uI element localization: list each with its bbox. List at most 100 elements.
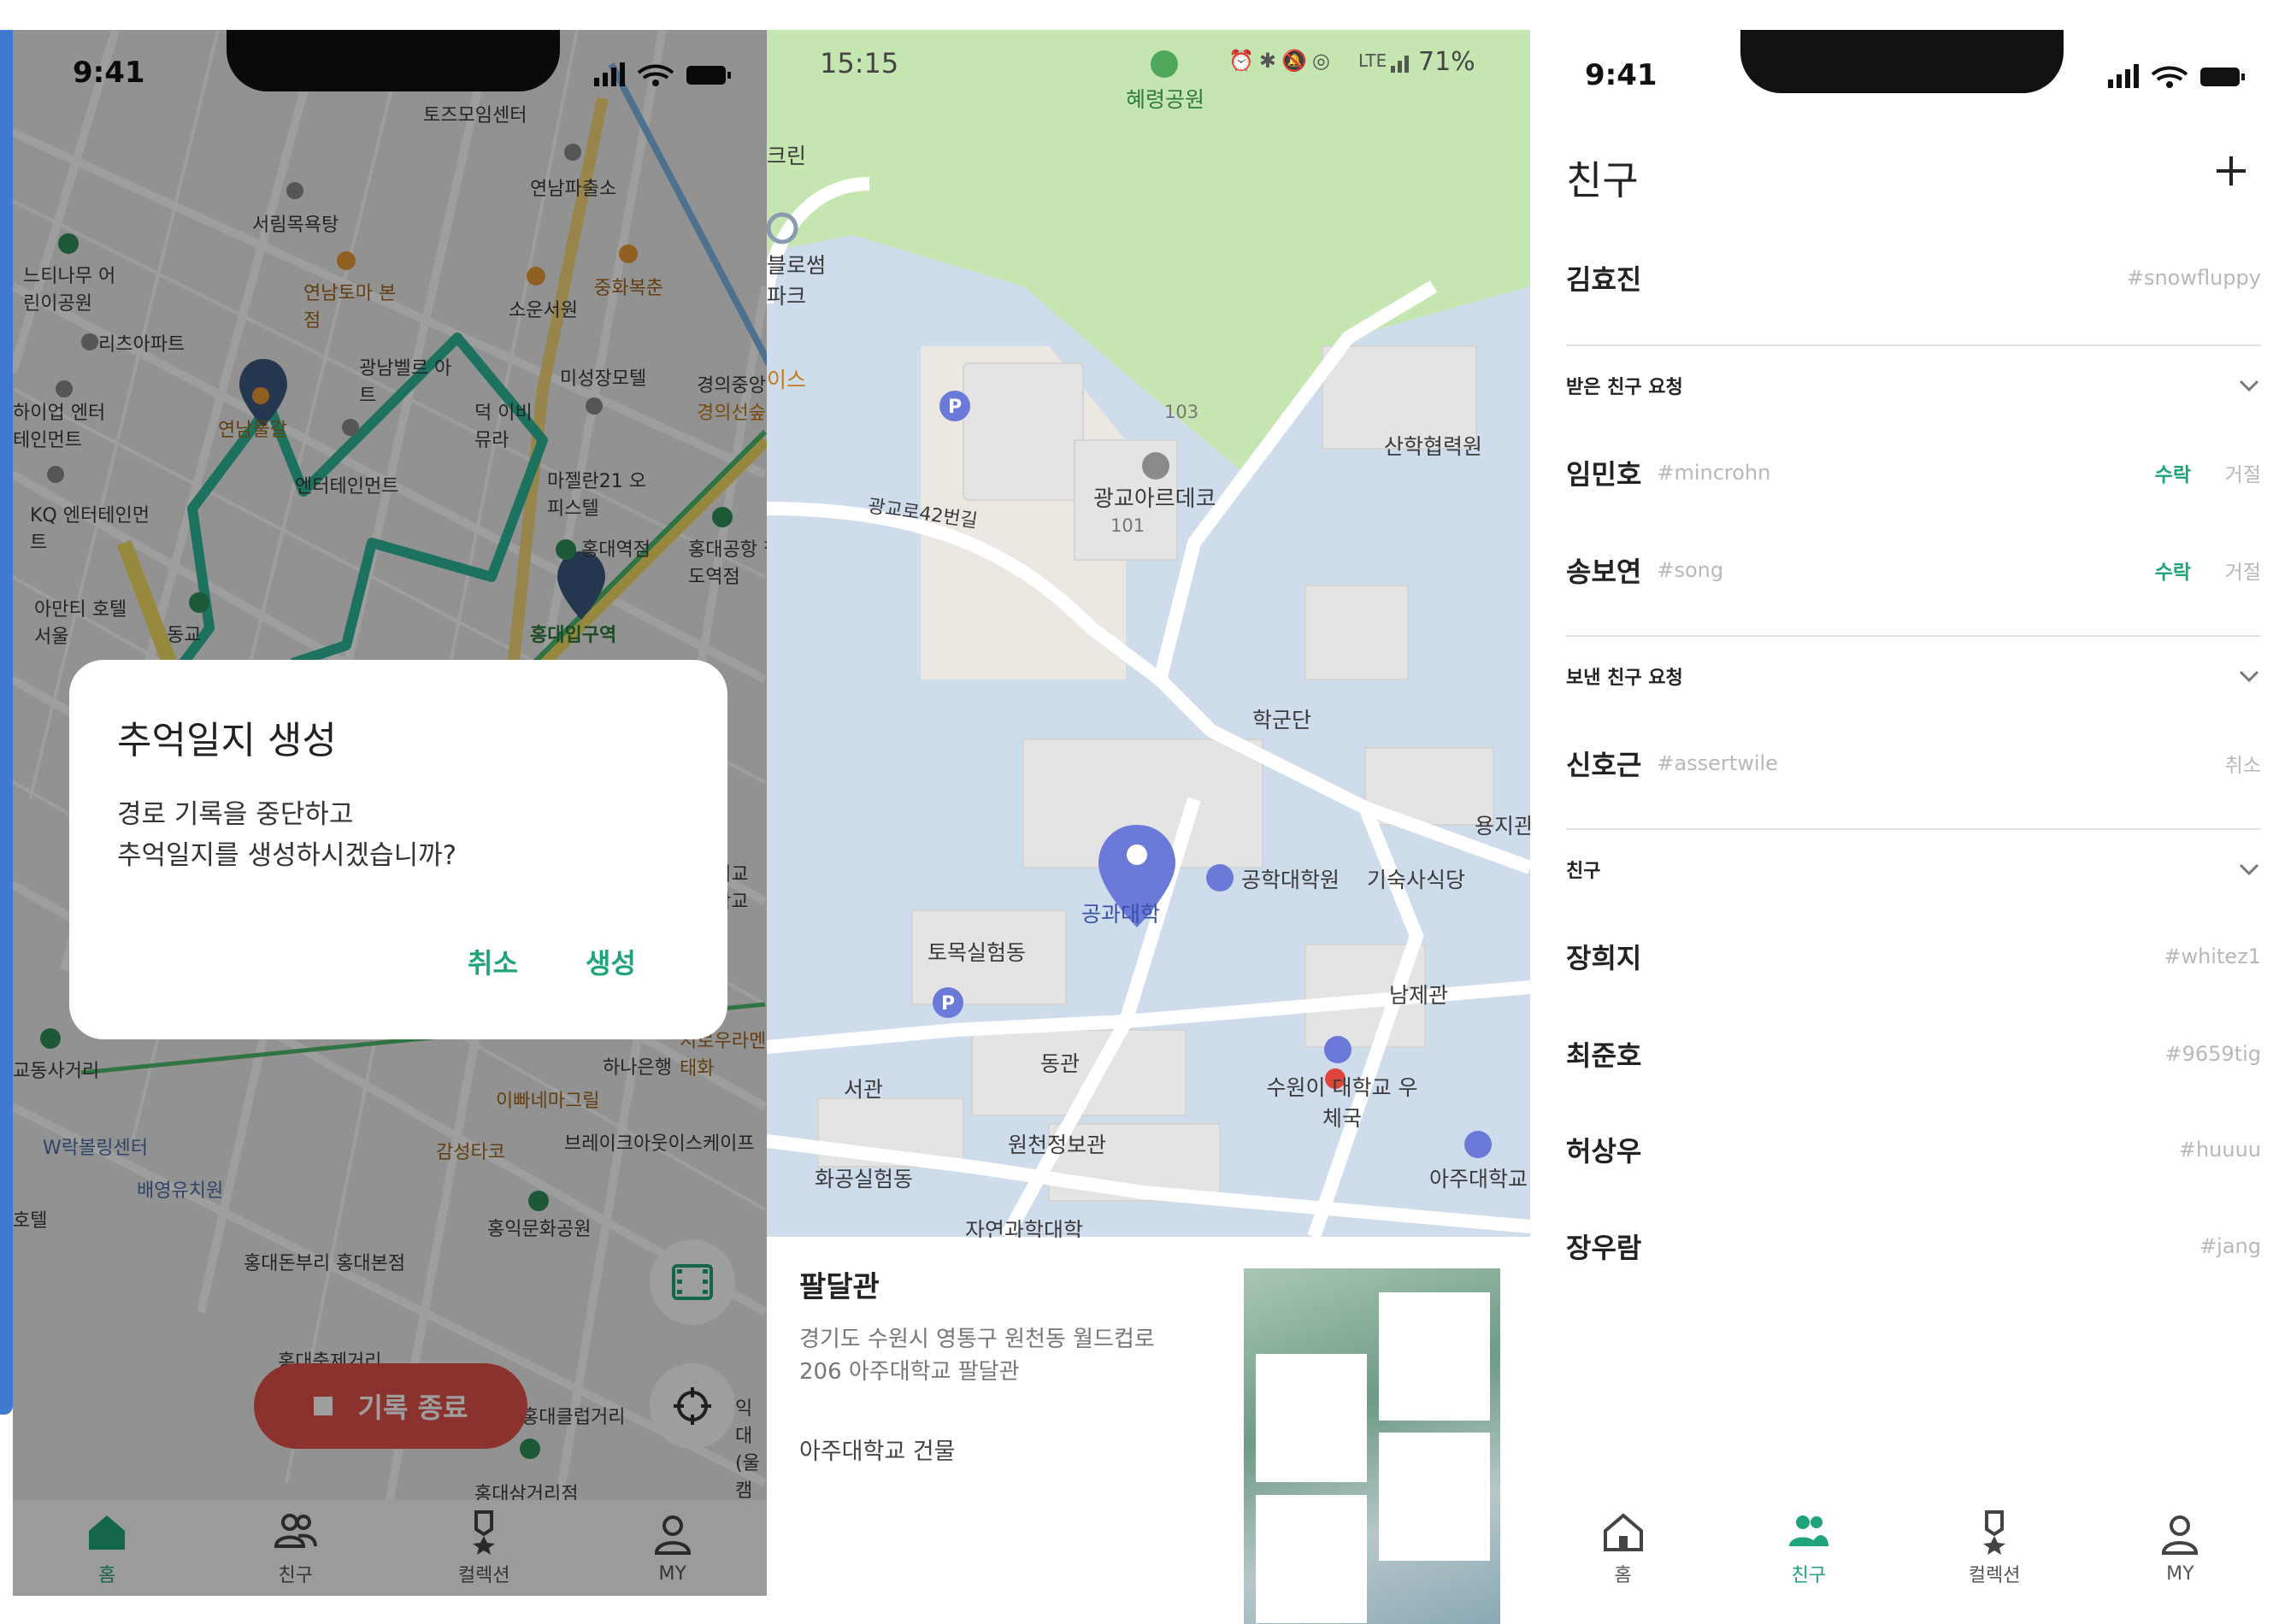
- tab-collection[interactable]: 컬렉션: [1926, 1509, 2063, 1587]
- svg-text:P: P: [941, 993, 955, 1015]
- person-icon: [2162, 1515, 2199, 1555]
- cancel-request-button[interactable]: 취소: [2225, 749, 2261, 778]
- dialog-cancel-button[interactable]: 취소: [468, 942, 518, 981]
- chevron-down-icon: [2239, 380, 2259, 392]
- status-icons: ⏰✱🔕◎: [1228, 49, 1335, 73]
- page-title: 친구: [1566, 157, 1639, 203]
- map-label: 산학협력원: [1384, 434, 1483, 459]
- place-photo-collage[interactable]: [1244, 1268, 1500, 1624]
- friend-row[interactable]: 최준호 #9659tig: [1566, 1028, 2261, 1080]
- friends-screen: 9:41 친구 김효진 #snowfluppy 받은 친구 요청 임민호 #mi…: [1530, 30, 2273, 1624]
- my-profile-row: 김효진 #snowfluppy: [1566, 252, 2261, 303]
- place-card[interactable]: 팔달관 경기도 수원시 영통구 원천동 월드컵로 206 아주대학교 팔달관 아…: [767, 1238, 1530, 1624]
- sent-requests-header[interactable]: 보낸 친구 요청: [1566, 657, 2261, 695]
- dialog-message-line2: 추억일지를 생성하시겠습니까?: [117, 840, 457, 871]
- map-label: 혜령공원: [1126, 87, 1205, 112]
- map-label: 화공실험동: [815, 1167, 914, 1192]
- friend-tag: #jang: [2199, 1234, 2261, 1258]
- received-request-row: 임민호 #mincrohn 수락 거절: [1566, 447, 2261, 498]
- friend-name: 장희지: [1566, 942, 1642, 974]
- map-label: 동관: [1040, 1051, 1081, 1076]
- map-label: 아주대학교: [1429, 1167, 1528, 1192]
- bottom-tab-bar: 홈 친구 컬렉션 MY: [1530, 1500, 2273, 1596]
- reject-button[interactable]: 거절: [2225, 458, 2261, 487]
- sent-request-row: 신호근 #assertwile 취소: [1566, 738, 2261, 789]
- tab-label: 컬렉션: [1968, 1565, 2021, 1586]
- friend-tag: #snowfluppy: [2126, 266, 2261, 290]
- map-label: 공과대학: [1081, 902, 1161, 927]
- map-label: 블로썸 파크: [767, 253, 827, 309]
- photo-slot: [1379, 1292, 1490, 1421]
- divider: [1566, 635, 2261, 637]
- friend-row[interactable]: 장우람 #jang: [1566, 1221, 2261, 1272]
- map-label: 원천정보관: [1008, 1133, 1107, 1157]
- map-label: 토목실험동: [927, 940, 1027, 965]
- map-label: 101: [1110, 515, 1145, 536]
- photo-slot: [1256, 1495, 1367, 1623]
- place-detail-screen: P P 혜령공원 크린 블로썸 파크 이스 103 광교아르데코 101 광교로…: [767, 30, 1530, 1624]
- tab-label: 친구: [1791, 1565, 1827, 1586]
- left-edge-accent: [0, 30, 13, 1415]
- tab-label: MY: [2166, 1562, 2194, 1585]
- map-label: 수원이 대학교 우체국: [1266, 1075, 1418, 1131]
- tab-friends[interactable]: 친구: [1740, 1509, 1877, 1587]
- dialog-message-line1: 경로 기록을 중단하고: [117, 799, 354, 830]
- status-time: 9:41: [1585, 58, 1658, 92]
- map-label: 남제관: [1389, 983, 1449, 1008]
- map-label: 학군단: [1252, 708, 1312, 733]
- dialog-create-button[interactable]: 생성: [586, 942, 636, 981]
- plus-icon: [2217, 156, 2246, 185]
- photo-slot: [1379, 1433, 1490, 1561]
- tab-home[interactable]: 홈: [1555, 1509, 1692, 1587]
- map-label: 용지관: [1475, 814, 1530, 838]
- friend-name: 송보연: [1566, 556, 1642, 588]
- received-requests-header[interactable]: 받은 친구 요청: [1566, 367, 2261, 404]
- section-label: 받은 친구 요청: [1566, 377, 1683, 398]
- svg-text:P: P: [948, 397, 962, 418]
- friend-name: 신호근: [1566, 749, 1642, 781]
- friends-icon: [1788, 1515, 1828, 1546]
- friend-row[interactable]: 허상우 #huuuu: [1566, 1124, 2261, 1175]
- dialog-title: 추억일지 생성: [117, 719, 337, 762]
- create-journal-dialog: 추억일지 생성 경로 기록을 중단하고 추억일지를 생성하시겠습니까? 취소 생…: [69, 660, 727, 1039]
- friend-tag: #song: [1657, 558, 1724, 582]
- place-category: 아주대학교 건물: [799, 1439, 956, 1465]
- friend-row[interactable]: 장희지 #whitez1: [1566, 931, 2261, 982]
- received-request-row: 송보연 #song 수락 거절: [1566, 544, 2261, 596]
- friends-header[interactable]: 친구: [1566, 850, 2261, 888]
- section-label: 친구: [1566, 861, 1601, 882]
- map-label: 크린: [767, 144, 807, 168]
- status-time: 15:15: [820, 47, 899, 79]
- home-map-screen: 토즈모임센터 서림목욕탕 연남파출소 느티나무 어린이공원 연남토마 본점 중화…: [13, 30, 767, 1596]
- reject-button[interactable]: 거절: [2225, 556, 2261, 585]
- friend-name: 김효진: [1566, 263, 1642, 296]
- friend-name: 임민호: [1566, 458, 1642, 491]
- accept-label: 수락: [2154, 562, 2191, 584]
- map-label: 이스: [767, 368, 807, 392]
- map-label: 광교아르데코: [1093, 486, 1216, 512]
- friend-tag: #9659tig: [2164, 1042, 2262, 1066]
- friend-name: 허상우: [1566, 1135, 1642, 1168]
- map-label: 기숙사식당: [1367, 868, 1466, 892]
- map-label: 공학대학원: [1241, 868, 1340, 892]
- tab-label: 홈: [1614, 1565, 1632, 1586]
- add-friend-button[interactable]: [2210, 150, 2252, 192]
- friend-tag: #assertwile: [1657, 751, 1778, 775]
- device-notch: [1740, 30, 2064, 93]
- chevron-down-icon: [2239, 863, 2259, 876]
- friend-tag: #mincrohn: [1657, 461, 1771, 485]
- status-icons: [2108, 64, 2245, 88]
- place-name: 팔달관: [799, 1270, 880, 1304]
- friend-tag: #whitez1: [2164, 944, 2261, 968]
- section-label: 보낸 친구 요청: [1566, 668, 1683, 689]
- status-network: LTE: [1358, 50, 1387, 71]
- map-label: 서관: [844, 1077, 884, 1102]
- accept-button[interactable]: 수락: [2155, 458, 2191, 487]
- map-label: 103: [1164, 402, 1199, 422]
- photo-slot: [1256, 1354, 1367, 1482]
- signal-icon: [1391, 56, 1409, 73]
- tab-my[interactable]: MY: [2111, 1512, 2248, 1585]
- friend-name: 장우람: [1566, 1232, 1642, 1264]
- accept-button[interactable]: 수락: [2155, 556, 2191, 585]
- campus-map[interactable]: P P: [767, 30, 1530, 1237]
